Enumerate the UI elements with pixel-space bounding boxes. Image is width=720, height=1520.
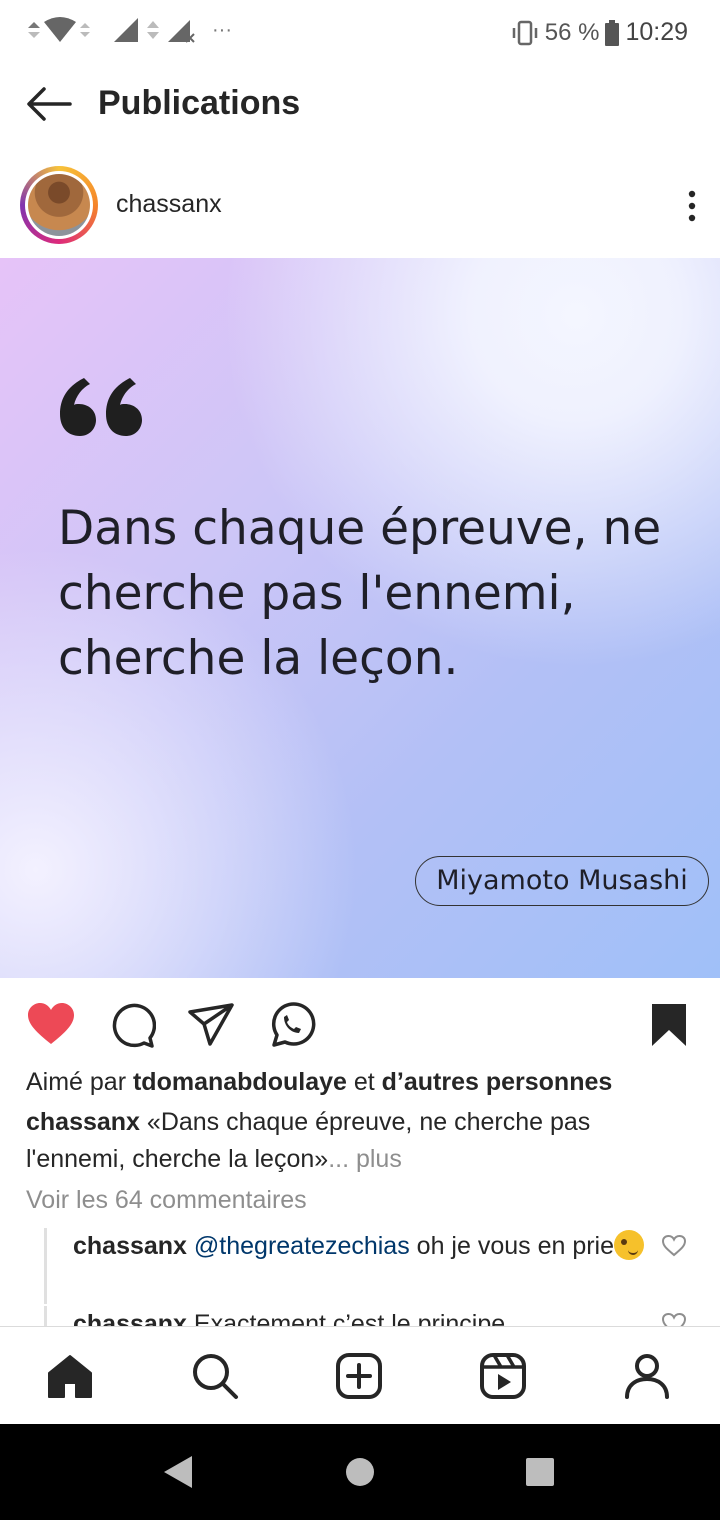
system-back-icon[interactable] bbox=[162, 1454, 194, 1490]
profile-icon bbox=[625, 1354, 669, 1399]
caption-username[interactable]: chassanx bbox=[26, 1108, 140, 1136]
caption-more-link[interactable]: ... plus bbox=[328, 1145, 402, 1173]
page-title: Publications bbox=[98, 84, 301, 122]
clock: 10:29 bbox=[625, 18, 688, 46]
share-icon bbox=[188, 1003, 234, 1046]
post-image[interactable]: Dans chaque épreuve, ne cherche pas l'en… bbox=[0, 258, 720, 978]
quote-author: Miyamoto Musashi bbox=[415, 856, 709, 906]
share-button[interactable] bbox=[186, 1000, 236, 1050]
post-caption[interactable]: chassanx «Dans chaque épreuve, ne cherch… bbox=[26, 1104, 696, 1178]
likes-others[interactable]: d’autres personnes bbox=[382, 1068, 613, 1096]
likes-prefix: Aimé par bbox=[26, 1068, 133, 1096]
nav-create[interactable] bbox=[334, 1351, 384, 1401]
status-bar: ··· 56 % 10:29 bbox=[0, 0, 720, 62]
nav-reels[interactable] bbox=[478, 1351, 528, 1401]
likes-middle: et bbox=[346, 1068, 382, 1096]
post-username[interactable]: chassanx bbox=[116, 190, 222, 219]
comment-item: chassanx @thegreatezechias oh je vous en… bbox=[44, 1228, 720, 1304]
heart-icon bbox=[28, 1003, 74, 1044]
whatsapp-share-button[interactable] bbox=[266, 1000, 316, 1050]
view-comments-link[interactable]: Voir les 64 commentaires bbox=[26, 1186, 307, 1215]
bottom-navigation bbox=[0, 1326, 720, 1425]
status-icons-left: ··· bbox=[26, 14, 232, 46]
liker-username[interactable]: tdomanabdoulaye bbox=[133, 1068, 347, 1096]
comment-username[interactable]: chassanx bbox=[73, 1232, 187, 1260]
comment-text: oh je vous en prie bbox=[409, 1232, 615, 1260]
post-header: chassanx bbox=[0, 160, 720, 256]
wink-emoji-icon bbox=[614, 1230, 645, 1260]
quote-text: Dans chaque épreuve, ne cherche pas l'en… bbox=[58, 501, 662, 686]
more-options-button[interactable] bbox=[684, 186, 700, 226]
comment-like-icon[interactable] bbox=[661, 1234, 687, 1258]
system-navigation bbox=[0, 1424, 720, 1520]
signal-icon bbox=[114, 18, 138, 42]
back-button[interactable] bbox=[24, 84, 74, 124]
post-actions bbox=[0, 994, 720, 1058]
reels-icon bbox=[480, 1353, 526, 1399]
save-button[interactable] bbox=[644, 1000, 694, 1050]
search-icon bbox=[193, 1354, 238, 1399]
top-bar: Publications bbox=[0, 62, 720, 148]
likes-summary[interactable]: Aimé par tdomanabdoulaye et d’autres per… bbox=[26, 1068, 612, 1097]
signal-no-data-icon bbox=[168, 20, 195, 43]
more-status-indicator: ··· bbox=[212, 18, 232, 41]
comment-item: chassanx Exactement c’est le principe bbox=[44, 1306, 720, 1328]
more-vertical-icon bbox=[688, 190, 696, 222]
vibrate-icon bbox=[512, 20, 537, 45]
nav-profile[interactable] bbox=[622, 1351, 672, 1401]
battery-percent: 56 % bbox=[544, 18, 600, 46]
wifi-icon bbox=[28, 17, 90, 42]
system-recents-icon[interactable] bbox=[524, 1454, 556, 1490]
home-icon bbox=[48, 1355, 92, 1398]
back-arrow-icon bbox=[27, 87, 72, 121]
avatar[interactable] bbox=[20, 166, 98, 244]
comment-button[interactable] bbox=[106, 1000, 157, 1050]
nav-home[interactable] bbox=[45, 1351, 95, 1401]
system-home-icon[interactable] bbox=[344, 1454, 376, 1490]
comment-mention[interactable]: @thegreatezechias bbox=[194, 1232, 410, 1260]
status-icons-right: 56 % 10:29 bbox=[511, 18, 688, 47]
nav-search[interactable] bbox=[190, 1351, 240, 1401]
bookmark-icon bbox=[652, 1004, 686, 1046]
signal-arrows-icon bbox=[147, 21, 159, 39]
like-button[interactable] bbox=[26, 1000, 76, 1050]
battery-icon bbox=[605, 19, 620, 46]
add-post-icon bbox=[336, 1353, 382, 1399]
whatsapp-icon bbox=[271, 1002, 316, 1047]
comment-icon bbox=[112, 1003, 157, 1048]
quote-mark-icon bbox=[60, 378, 142, 436]
